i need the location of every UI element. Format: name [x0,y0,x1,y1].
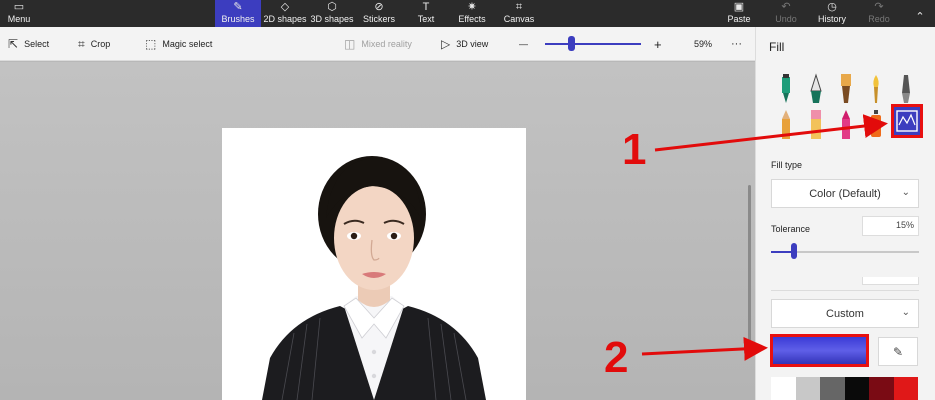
annotation-arrow-2 [641,336,768,361]
annotation-arrow-1 [654,114,888,152]
annotation-arrows [641,114,888,361]
